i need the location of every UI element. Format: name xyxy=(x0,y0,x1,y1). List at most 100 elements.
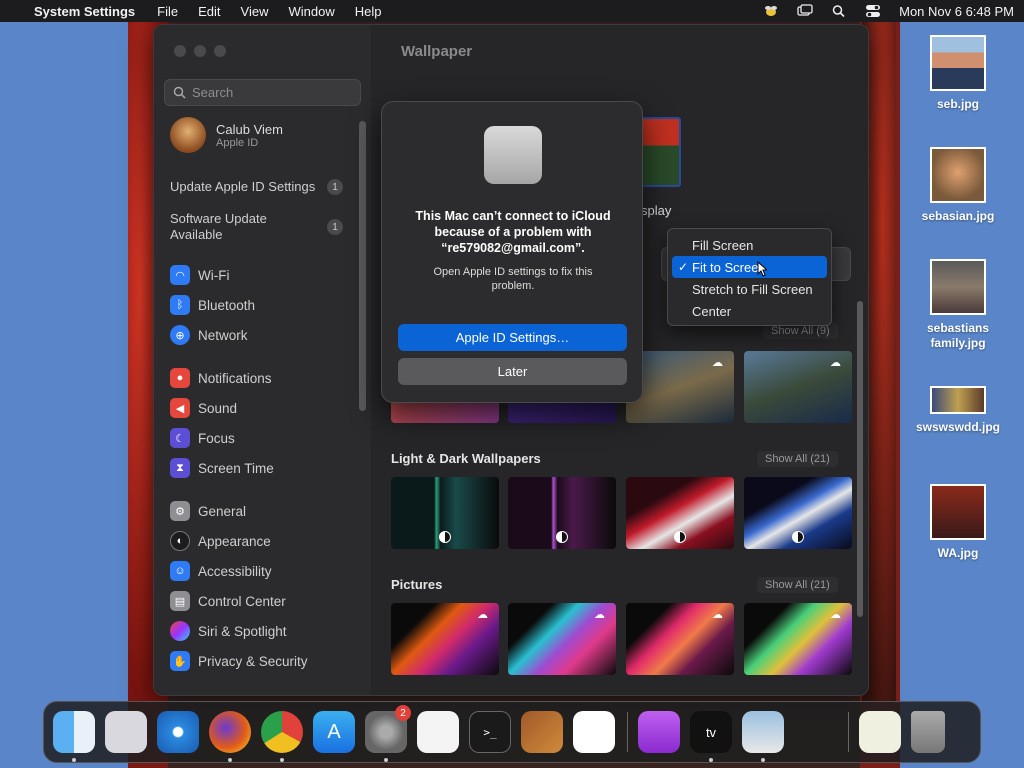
wallpaper-thumb[interactable] xyxy=(626,477,734,549)
sidebar-item-bluetooth[interactable]: ᛒ Bluetooth xyxy=(154,290,359,320)
safari-icon[interactable] xyxy=(157,711,199,753)
content-scrollbar[interactable] xyxy=(857,301,863,617)
control-center-icon[interactable] xyxy=(865,4,881,18)
menu-option-stretch[interactable]: Stretch to Fill Screen xyxy=(672,278,827,300)
hand-icon: ✋ xyxy=(170,651,190,671)
menu-clock[interactable]: Mon Nov 6 6:48 PM xyxy=(899,4,1014,19)
sidebar-item-label: Wi-Fi xyxy=(198,267,230,283)
preview-icon[interactable] xyxy=(742,711,784,762)
screen-mirroring-icon[interactable] xyxy=(797,4,813,18)
light-dark-mode-icon xyxy=(556,531,568,543)
wifi-icon: ◠ xyxy=(170,265,190,285)
menu-option-center[interactable]: Center xyxy=(672,300,827,322)
menu-bar: System Settings File Edit View Window He… xyxy=(0,0,1024,22)
app-store-icon[interactable]: A xyxy=(313,711,355,753)
file-label: sebasian.jpg xyxy=(921,209,995,223)
alert-message: Open Apple ID settings to fix this probl… xyxy=(433,266,593,292)
desktop-file-seb[interactable]: seb.jpg xyxy=(908,35,1008,112)
menu-window[interactable]: Window xyxy=(288,4,334,19)
speaker-icon: ◀ xyxy=(170,398,190,418)
desktop-file-wa[interactable]: WA.jpg xyxy=(908,484,1008,561)
sidebar-item-control-center[interactable]: ▤ Control Center xyxy=(154,586,359,616)
wallpaper-thumb[interactable] xyxy=(508,477,616,549)
firefox-icon[interactable] xyxy=(209,711,251,762)
display-preview[interactable] xyxy=(641,117,681,187)
sidebar-item-general[interactable]: ⚙ General xyxy=(154,496,359,526)
spotlight-search-icon[interactable] xyxy=(831,4,847,18)
desktop-file-sebastians-family[interactable]: sebastians family.jpg xyxy=(908,259,1008,351)
finder-icon[interactable] xyxy=(53,711,95,762)
cyberduck-icon[interactable] xyxy=(794,711,836,753)
show-all-light-dark-button[interactable]: Show All (21) xyxy=(757,451,838,467)
system-settings-icon[interactable]: 2 xyxy=(365,705,411,762)
minimize-window-button[interactable] xyxy=(194,45,206,57)
dock-separator xyxy=(848,712,849,752)
wallpaper-thumb-catalina-night[interactable]: ☁ xyxy=(744,351,852,423)
cloud-download-icon: ☁ xyxy=(712,357,723,369)
menu-option-label: Fit to Scree xyxy=(692,259,759,275)
sidebar-item-screen-time[interactable]: ⧗ Screen Time xyxy=(154,453,359,483)
show-all-pictures-button[interactable]: Show All (21) xyxy=(757,577,838,593)
textedit-icon[interactable] xyxy=(417,711,459,753)
sidebar-item-label: Notifications xyxy=(198,370,272,386)
wallpaper-thumb[interactable]: ☁ xyxy=(626,603,734,675)
menu-edit[interactable]: Edit xyxy=(198,4,220,19)
terminal-icon[interactable]: >_ xyxy=(469,711,511,753)
close-window-button[interactable] xyxy=(174,45,186,57)
zoom-window-button[interactable] xyxy=(214,45,226,57)
menu-option-fill-screen[interactable]: Fill Screen xyxy=(672,234,827,256)
sidebar-item-appearance[interactable]: ◐ Appearance xyxy=(154,526,359,556)
sidebar-item-accessibility[interactable]: ☺ Accessibility xyxy=(154,556,359,586)
menu-app-name[interactable]: System Settings xyxy=(34,4,135,19)
page-title: Wallpaper xyxy=(401,43,473,60)
bell-icon: ● xyxy=(170,368,190,388)
notice-badge: 1 xyxy=(327,179,343,195)
wallpaper-thumb[interactable] xyxy=(391,477,499,549)
wallpaper-thumb[interactable]: ☁ xyxy=(744,603,852,675)
sidebar-item-siri-spotlight[interactable]: Siri & Spotlight xyxy=(154,616,359,646)
menu-view[interactable]: View xyxy=(241,4,269,19)
notes-document-icon[interactable] xyxy=(859,711,901,753)
menu-option-fit-to-screen[interactable]: ✓ Fit to Scree xyxy=(672,256,827,278)
wallpaper-thumb[interactable] xyxy=(744,477,852,549)
sidebar-scrollbar[interactable] xyxy=(359,121,366,411)
sidebar-item-label: Bluetooth xyxy=(198,297,256,313)
sidebar-item-update-apple-id[interactable]: Update Apple ID Settings 1 xyxy=(154,167,359,207)
file-label: swswswdd.jpg xyxy=(915,420,1000,434)
podcasts-icon[interactable] xyxy=(638,711,680,753)
later-button[interactable]: Later xyxy=(398,358,627,385)
vscode-icon[interactable] xyxy=(573,711,615,753)
launchpad-icon[interactable] xyxy=(105,711,147,753)
search-input[interactable] xyxy=(192,85,352,100)
sidebar-item-wifi[interactable]: ◠ Wi-Fi xyxy=(154,260,359,290)
dock-separator xyxy=(627,712,628,752)
desktop-file-swswswdd[interactable]: swswswdd.jpg xyxy=(908,386,1008,435)
appearance-icon: ◐ xyxy=(170,531,190,551)
sidebar-item-label: Accessibility xyxy=(198,563,272,579)
apple-logo-icon xyxy=(484,126,542,184)
sidebar-search[interactable] xyxy=(164,79,361,106)
desktop-file-sebasian[interactable]: sebasian.jpg xyxy=(908,147,1008,224)
sidebar-item-sound[interactable]: ◀ Sound xyxy=(154,393,359,423)
trash-icon[interactable] xyxy=(911,711,945,753)
apple-id-account[interactable]: Calub Viem Apple ID xyxy=(170,117,283,153)
apple-id-settings-button[interactable]: Apple ID Settings… xyxy=(398,324,627,351)
sidebar-item-label: General xyxy=(198,503,247,519)
chrome-icon[interactable] xyxy=(261,711,303,762)
sidebar-item-network[interactable]: ⊕ Network xyxy=(154,320,359,350)
wallpaper-thumb[interactable]: ☁ xyxy=(391,603,499,675)
bee-status-icon[interactable] xyxy=(763,4,779,18)
menu-help[interactable]: Help xyxy=(355,4,382,19)
notice-badge: 1 xyxy=(327,219,343,235)
sidebar-item-privacy-security[interactable]: ✋ Privacy & Security xyxy=(154,646,359,676)
icloud-alert-dialog: This Mac can’t connect to iCloud because… xyxy=(381,101,643,403)
sidebar-item-notifications[interactable]: ● Notifications xyxy=(154,363,359,393)
file-label: seb.jpg xyxy=(936,97,979,111)
apple-tv-icon[interactable]: tv xyxy=(690,711,732,762)
sidebar-item-focus[interactable]: ☾ Focus xyxy=(154,423,359,453)
dock: A 2 >_ tv xyxy=(43,701,981,763)
garageband-icon[interactable] xyxy=(521,711,563,753)
wallpaper-thumb[interactable]: ☁ xyxy=(508,603,616,675)
sidebar-item-software-update[interactable]: Software Update Available 1 xyxy=(154,207,359,247)
menu-file[interactable]: File xyxy=(157,4,178,19)
